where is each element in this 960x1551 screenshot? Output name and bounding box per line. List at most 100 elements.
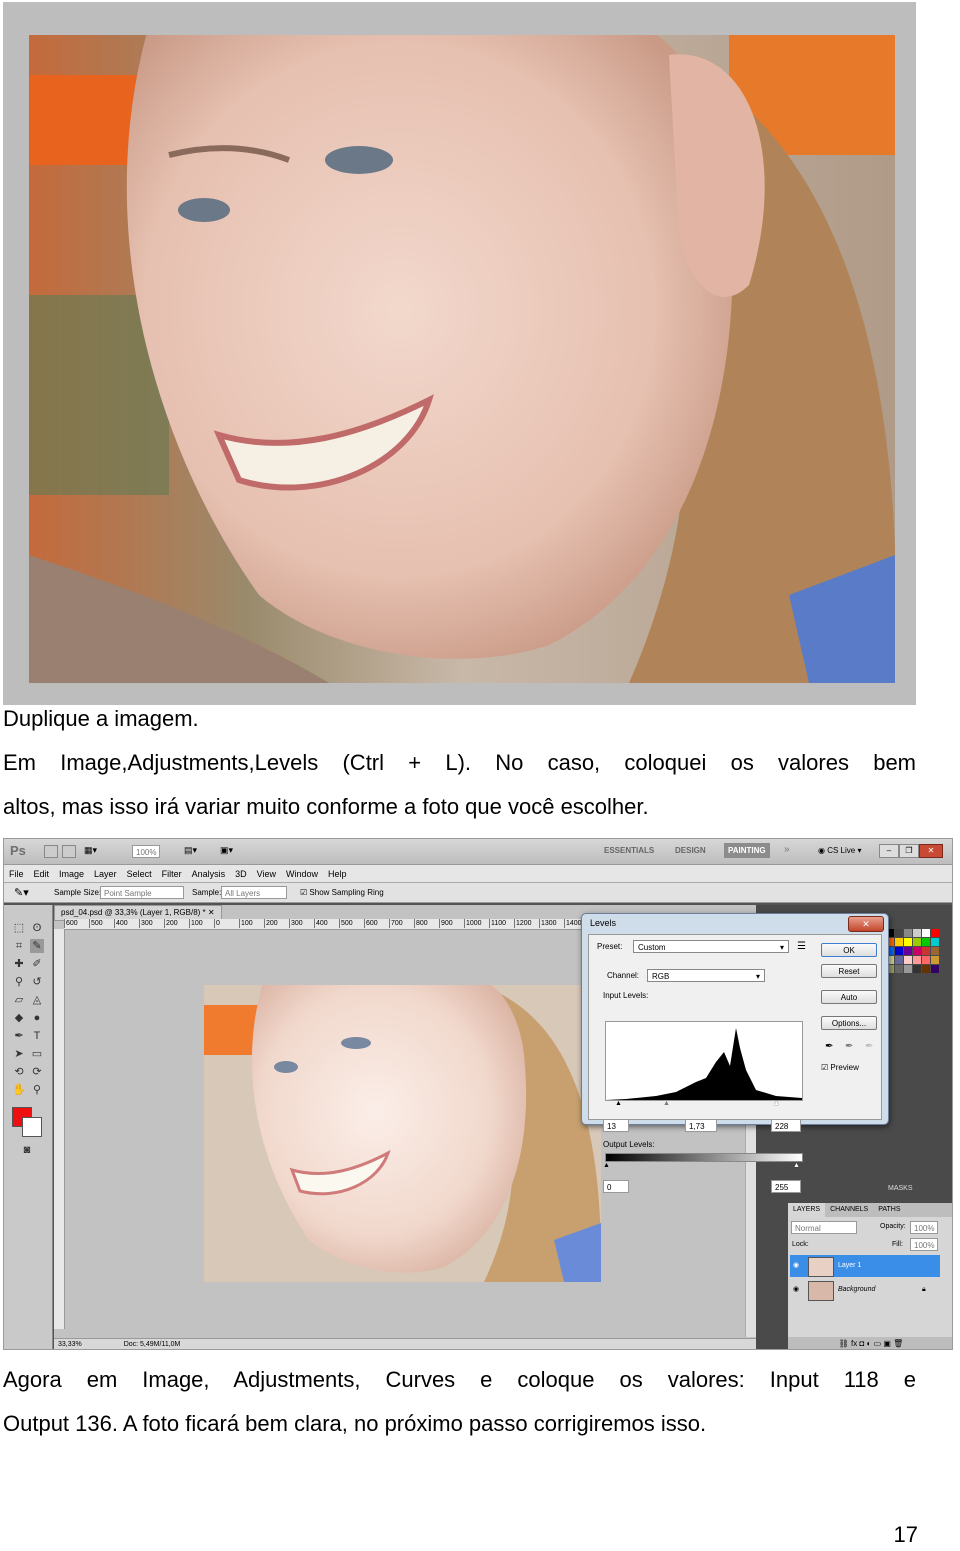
crop-tool-icon[interactable]: ⌗ <box>12 939 26 953</box>
menu-filter[interactable]: Filter <box>162 865 182 883</box>
cs-live-button[interactable]: ◉ CS Live ▾ <box>818 846 861 855</box>
guides-menu-icon[interactable]: ▦▾ <box>84 845 97 856</box>
marquee-tool-icon[interactable]: ⬚ <box>12 921 26 935</box>
sample-select[interactable]: All Layers <box>221 886 287 899</box>
dodge-tool-icon[interactable]: ● <box>30 1011 44 1025</box>
color-swatch[interactable] <box>931 929 939 937</box>
color-swatch[interactable] <box>922 956 930 964</box>
black-eyedropper-icon[interactable]: ✒ <box>825 1041 833 1052</box>
color-swatch[interactable] <box>922 938 930 946</box>
sample-size-select[interactable]: Point Sample <box>100 886 184 899</box>
path-selection-icon[interactable]: ➤ <box>12 1047 26 1061</box>
color-swatch[interactable] <box>904 929 912 937</box>
output-black-slider-icon[interactable]: ▲ <box>603 1162 610 1169</box>
minimize-icon[interactable]: – <box>879 844 899 858</box>
menu-view[interactable]: View <box>257 865 276 883</box>
show-sampling-ring-checkbox[interactable]: ☑ Show Sampling Ring <box>300 888 384 897</box>
restore-icon[interactable]: ❐ <box>899 844 919 858</box>
input-gamma-field[interactable]: 1,73 <box>685 1119 717 1132</box>
shape-tool-icon[interactable]: ▭ <box>30 1047 44 1061</box>
zoom-tool-icon[interactable]: ⚲ <box>30 1083 44 1097</box>
workspace-painting[interactable]: PAINTING <box>724 843 770 858</box>
fill-field[interactable]: 100% <box>910 1238 939 1251</box>
ok-button[interactable]: OK <box>821 943 877 957</box>
3d-orbit-icon[interactable]: ⟳ <box>30 1065 44 1079</box>
channel-select[interactable]: RGB ▾ <box>647 969 765 982</box>
visibility-eye-icon[interactable]: ◉ <box>793 1255 799 1277</box>
tab-channels[interactable]: CHANNELS <box>825 1203 873 1217</box>
mini-bridge-icon[interactable] <box>62 845 76 858</box>
preset-select[interactable]: Custom ▾ <box>633 940 789 953</box>
color-swatch[interactable] <box>913 947 921 955</box>
menu-edit[interactable]: Edit <box>34 865 50 883</box>
menu-analysis[interactable]: Analysis <box>192 865 226 883</box>
layer-row-layer1[interactable]: ◉ Layer 1 <box>790 1255 940 1277</box>
input-white-slider-icon[interactable]: ▲ <box>773 1100 780 1107</box>
healing-brush-icon[interactable]: ✚ <box>12 957 26 971</box>
menu-file[interactable]: File <box>9 865 24 883</box>
color-swatch[interactable] <box>895 956 903 964</box>
preview-checkbox[interactable]: ☑ Preview <box>821 1063 859 1072</box>
color-swatch[interactable] <box>904 965 912 973</box>
output-white-slider-icon[interactable]: ▲ <box>793 1162 800 1169</box>
reset-button[interactable]: Reset <box>821 964 877 978</box>
menu-window[interactable]: Window <box>286 865 318 883</box>
zoom-level[interactable]: 100% <box>132 845 161 858</box>
options-button[interactable]: Options... <box>821 1016 877 1030</box>
layers-footer-icons[interactable]: ⛓ fx ◘ ◐ ▭ ▣ 🗑︎ <box>788 1337 952 1349</box>
color-swatch[interactable] <box>922 929 930 937</box>
blur-tool-icon[interactable]: ◆ <box>12 1011 26 1025</box>
arrange-icon[interactable]: ▤▾ <box>184 845 197 856</box>
color-swatch[interactable] <box>922 947 930 955</box>
output-black-field[interactable]: 0 <box>603 1180 629 1193</box>
eyedropper-icon[interactable]: ✎ <box>30 939 44 953</box>
close-icon[interactable]: ✕ <box>919 844 943 858</box>
workspace-design[interactable]: DESIGN <box>675 846 706 855</box>
color-swatch[interactable] <box>913 965 921 973</box>
history-brush-icon[interactable]: ↺ <box>30 975 44 989</box>
eraser-tool-icon[interactable]: ▱ <box>12 993 26 1007</box>
color-swatch[interactable] <box>904 938 912 946</box>
menu-help[interactable]: Help <box>328 865 347 883</box>
hand-tool-icon[interactable]: ✋ <box>12 1083 26 1097</box>
status-zoom[interactable]: 33,33% <box>58 1341 82 1348</box>
color-swatch[interactable] <box>895 965 903 973</box>
color-swatch[interactable] <box>904 956 912 964</box>
dialog-close-button[interactable]: ✕ <box>848 916 884 932</box>
gray-eyedropper-icon[interactable]: ✒ <box>845 1041 853 1052</box>
opacity-field[interactable]: 100% <box>910 1221 939 1234</box>
eyedropper-tool-icon[interactable]: ✎▾ <box>14 886 29 899</box>
type-tool-icon[interactable]: T <box>30 1029 44 1043</box>
color-swatch[interactable] <box>931 956 939 964</box>
color-swatch[interactable] <box>931 947 939 955</box>
color-swatch[interactable] <box>895 938 903 946</box>
color-swatch[interactable] <box>913 938 921 946</box>
input-black-slider-icon[interactable]: ▲ <box>615 1100 622 1107</box>
color-swatch[interactable] <box>931 965 939 973</box>
menu-image[interactable]: Image <box>59 865 84 883</box>
tab-layers[interactable]: LAYERS <box>788 1203 826 1217</box>
menu-layer[interactable]: Layer <box>94 865 117 883</box>
color-swatch[interactable] <box>895 947 903 955</box>
color-swatch[interactable] <box>913 929 921 937</box>
quick-mask-icon[interactable]: ◙ <box>20 1143 34 1157</box>
auto-button[interactable]: Auto <box>821 990 877 1004</box>
white-eyedropper-icon[interactable]: ✒ <box>865 1041 873 1052</box>
pen-tool-icon[interactable]: ✒ <box>12 1029 26 1043</box>
background-color-swatch[interactable] <box>22 1117 42 1137</box>
workspace-essentials[interactable]: ESSENTIALS <box>604 846 654 855</box>
preset-options-icon[interactable]: ☰ <box>797 941 806 952</box>
input-black-field[interactable]: 13 <box>603 1119 629 1132</box>
visibility-eye-icon[interactable]: ◉ <box>793 1279 799 1301</box>
screen-mode-icon[interactable]: ▣▾ <box>220 845 233 856</box>
3d-rotate-icon[interactable]: ⟲ <box>12 1065 26 1079</box>
more-workspaces-icon[interactable]: » <box>784 844 790 855</box>
bridge-icon[interactable] <box>44 845 58 858</box>
tab-paths[interactable]: PATHS <box>873 1203 905 1217</box>
color-swatch[interactable] <box>931 938 939 946</box>
blend-mode-select[interactable]: Normal <box>791 1221 857 1234</box>
color-swatch[interactable] <box>913 956 921 964</box>
output-white-field[interactable]: 255 <box>771 1180 801 1193</box>
brush-tool-icon[interactable]: ✐ <box>30 957 44 971</box>
input-gamma-slider-icon[interactable]: ▲ <box>663 1100 670 1107</box>
